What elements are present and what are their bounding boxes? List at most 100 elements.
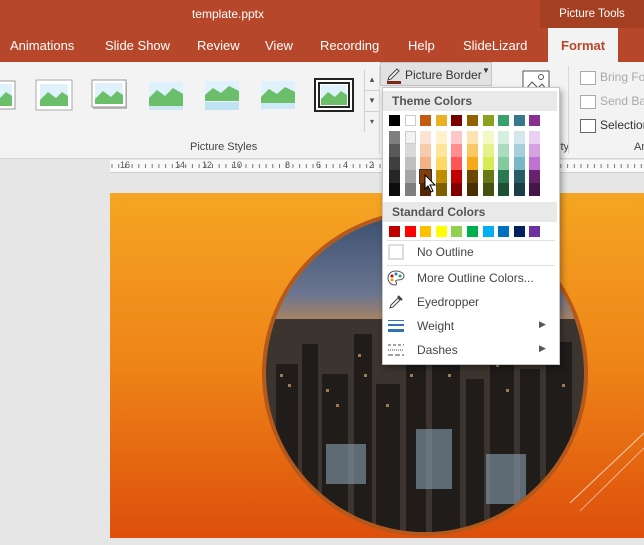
send-backward-button[interactable]: Send Ba [580, 94, 644, 109]
theme-color-swatch[interactable] [498, 183, 510, 196]
standard-color-swatch[interactable] [467, 226, 478, 237]
theme-color-swatch[interactable] [529, 144, 541, 157]
picture-style-thumbnail-selected[interactable] [314, 78, 354, 112]
theme-color-swatch[interactable] [435, 144, 447, 157]
theme-color-swatch[interactable] [498, 170, 510, 183]
theme-color-swatch[interactable] [451, 157, 463, 170]
theme-color-swatch[interactable] [389, 183, 400, 196]
theme-colors-header: Theme Colors [383, 91, 557, 111]
standard-color-swatch[interactable] [529, 226, 541, 237]
theme-color-swatch[interactable] [404, 144, 416, 157]
theme-color-swatch[interactable] [420, 144, 432, 157]
no-outline-item[interactable]: No Outline [383, 240, 557, 264]
theme-color-swatch[interactable] [467, 144, 478, 157]
tab-view[interactable]: View [265, 38, 293, 53]
tab-recording[interactable]: Recording [320, 38, 379, 53]
eyedropper-item[interactable]: Eyedropper [383, 290, 557, 314]
picture-style-thumbnail[interactable] [34, 78, 74, 112]
theme-color-swatch[interactable] [451, 183, 463, 196]
theme-color-swatch[interactable] [498, 144, 510, 157]
standard-color-swatch[interactable] [513, 226, 525, 237]
theme-color-swatch[interactable] [467, 170, 478, 183]
theme-color-swatch[interactable] [529, 183, 541, 196]
picture-style-thumbnail[interactable] [0, 78, 18, 112]
standard-color-swatch[interactable] [482, 226, 494, 237]
theme-color-swatch[interactable] [482, 170, 494, 183]
theme-color-swatch[interactable] [389, 157, 400, 170]
theme-color-swatch[interactable] [513, 170, 525, 183]
theme-color-swatch[interactable] [467, 157, 478, 170]
gallery-scroll-down-icon[interactable]: ▼ [365, 91, 379, 112]
theme-color-swatch[interactable] [389, 144, 400, 157]
more-outline-colors-item[interactable]: More Outline Colors... [383, 266, 557, 290]
theme-color-swatch[interactable] [513, 144, 525, 157]
theme-color-swatch[interactable] [404, 183, 416, 196]
dashes-item[interactable]: Dashes ▶ [383, 338, 557, 362]
theme-color-swatch[interactable] [498, 157, 510, 170]
theme-color-swatch[interactable] [451, 115, 463, 126]
theme-color-swatch[interactable] [389, 131, 400, 144]
tab-slide-show[interactable]: Slide Show [105, 38, 170, 53]
theme-color-swatch[interactable] [451, 131, 463, 144]
theme-color-swatch[interactable] [420, 131, 432, 144]
theme-color-swatch[interactable] [482, 131, 494, 144]
picture-style-thumbnail[interactable] [146, 78, 186, 112]
theme-color-swatch[interactable] [529, 157, 541, 170]
theme-color-swatch[interactable] [389, 115, 400, 126]
standard-color-swatch[interactable] [498, 226, 510, 237]
ruler-label: 14 [175, 160, 186, 170]
tab-format[interactable]: Format [548, 28, 619, 62]
theme-color-swatch[interactable] [482, 144, 494, 157]
theme-color-swatch[interactable] [467, 183, 478, 196]
gallery-scroll-up-icon[interactable]: ▲ [365, 70, 379, 91]
theme-color-swatch[interactable] [513, 183, 525, 196]
picture-style-thumbnail[interactable] [258, 78, 298, 112]
theme-color-swatch[interactable] [389, 170, 400, 183]
theme-color-swatch[interactable] [404, 115, 416, 126]
theme-color-swatch[interactable] [420, 115, 432, 126]
theme-color-swatch[interactable] [482, 115, 494, 126]
ruler-label: 10 [232, 160, 243, 170]
tab-slidelizard[interactable]: SlideLizard [463, 38, 527, 53]
theme-color-swatch[interactable] [420, 157, 432, 170]
theme-color-swatch[interactable] [513, 115, 525, 126]
selection-pane-button[interactable]: Selection [580, 118, 644, 133]
gallery-scroller[interactable]: ▲ ▼ ▾ [364, 70, 379, 132]
theme-color-swatch[interactable] [498, 131, 510, 144]
theme-color-swatch[interactable] [529, 170, 541, 183]
theme-color-swatch[interactable] [529, 131, 541, 144]
theme-color-swatch[interactable] [467, 115, 478, 126]
theme-color-swatch[interactable] [435, 157, 447, 170]
tab-animations[interactable]: Animations [10, 38, 74, 53]
ruler-label: 4 [343, 160, 349, 170]
bring-forward-button[interactable]: Bring Fo [580, 70, 644, 85]
theme-color-swatch[interactable] [498, 115, 510, 126]
standard-color-swatch[interactable] [389, 226, 400, 237]
standard-color-swatch[interactable] [451, 226, 463, 237]
theme-color-swatch[interactable] [451, 144, 463, 157]
theme-color-swatch[interactable] [513, 157, 525, 170]
group-separator [568, 66, 569, 154]
picture-style-thumbnail[interactable] [90, 78, 130, 112]
theme-color-swatch[interactable] [467, 131, 478, 144]
tab-help[interactable]: Help [408, 38, 435, 53]
theme-color-swatch[interactable] [482, 157, 494, 170]
theme-color-swatch[interactable] [529, 115, 541, 126]
theme-color-swatch[interactable] [482, 183, 494, 196]
slide-canvas[interactable] [110, 193, 644, 538]
picture-style-thumbnail[interactable] [202, 78, 242, 112]
standard-color-swatch[interactable] [404, 226, 416, 237]
theme-color-swatch[interactable] [513, 131, 525, 144]
gallery-more-icon[interactable]: ▾ [365, 112, 379, 132]
theme-color-swatch[interactable] [404, 131, 416, 144]
picture-border-button[interactable]: Picture Border ▼ [380, 62, 492, 86]
theme-color-swatch[interactable] [435, 131, 447, 144]
theme-color-swatch[interactable] [404, 170, 416, 183]
theme-color-swatch[interactable] [435, 115, 447, 126]
standard-color-swatch[interactable] [420, 226, 432, 237]
standard-color-swatch[interactable] [435, 226, 447, 237]
theme-color-swatch[interactable] [404, 157, 416, 170]
tab-review[interactable]: Review [197, 38, 240, 53]
weight-item[interactable]: Weight ▶ [383, 314, 557, 338]
theme-color-swatch[interactable] [451, 170, 463, 183]
